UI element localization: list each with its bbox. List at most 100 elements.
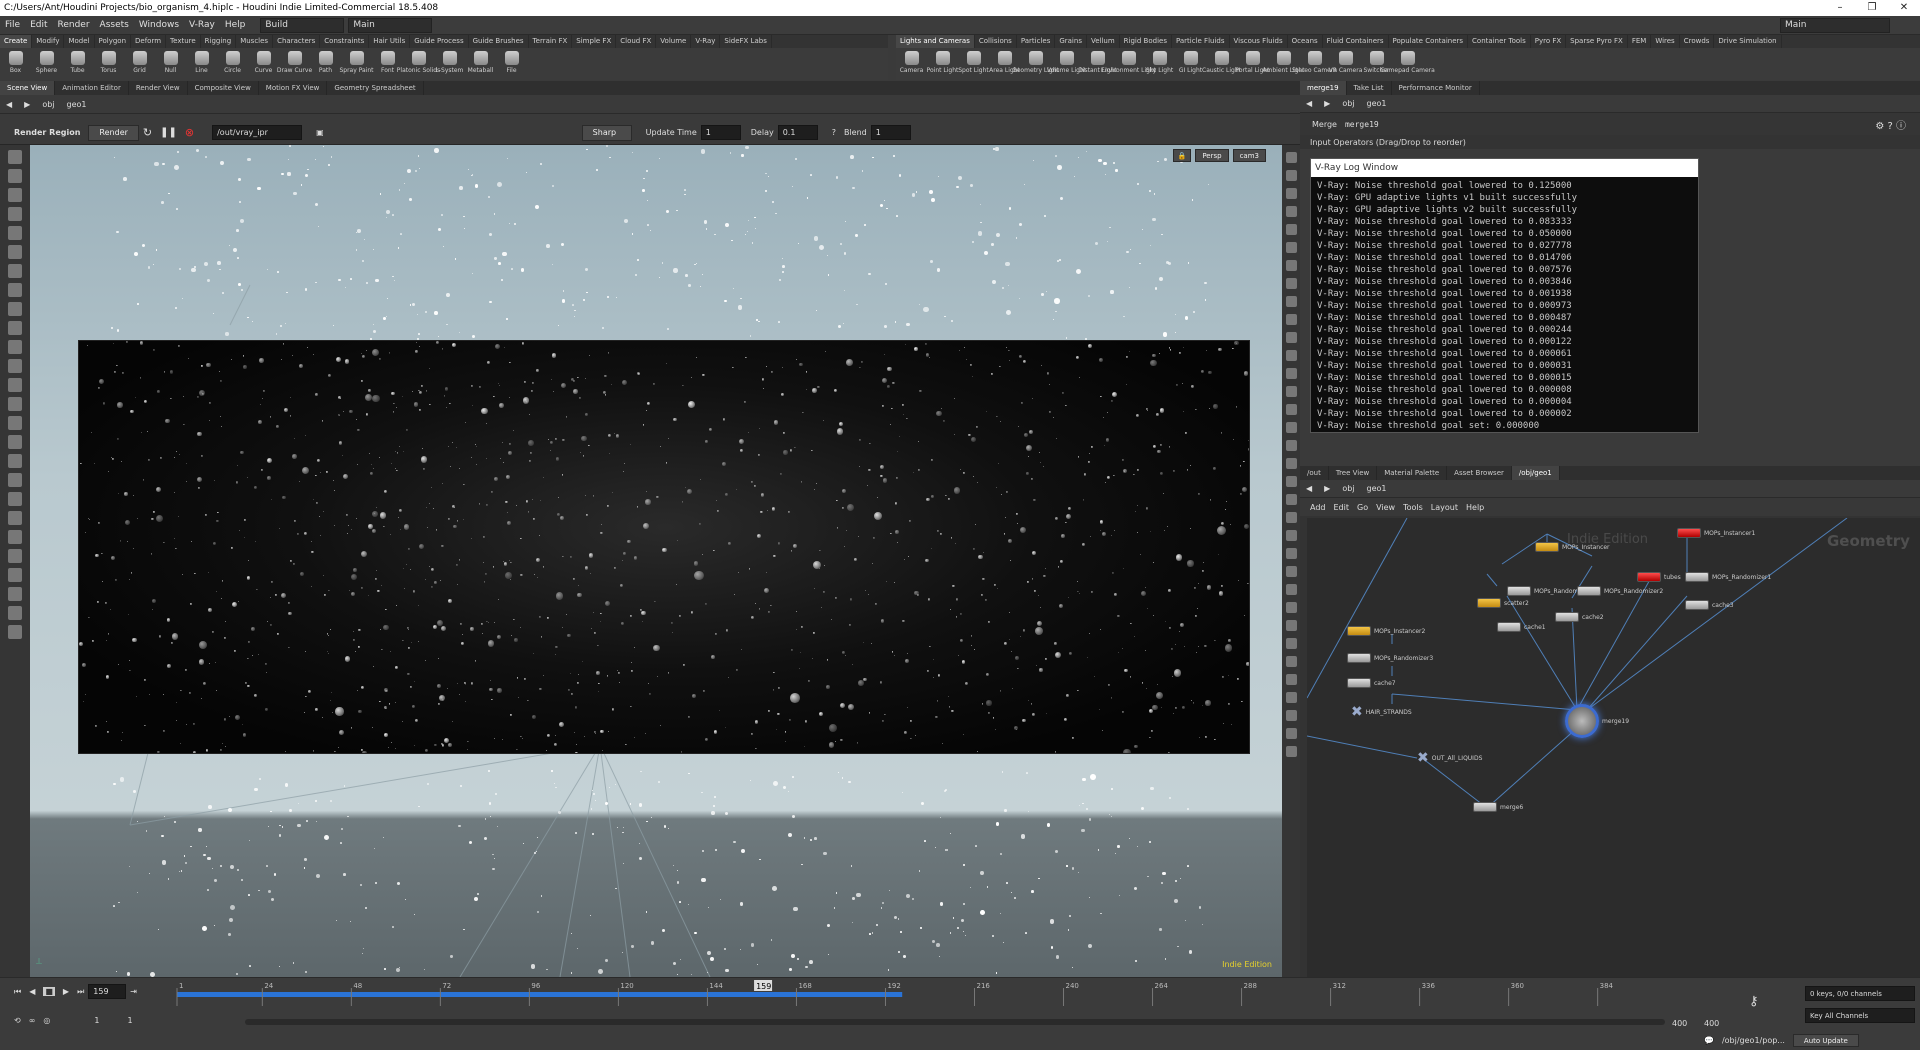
shelf-tool[interactable]: Platonic Solids (397, 48, 440, 80)
range-end[interactable]: 400 (1672, 1019, 1687, 1028)
help-icon[interactable]: ? (832, 128, 836, 137)
display-option-icon[interactable] (1285, 530, 1297, 541)
shelf-tab[interactable]: Sparse Pyro FX (1566, 35, 1628, 48)
display-option-icon[interactable] (1285, 602, 1297, 613)
shelf-tab[interactable]: SideFX Labs (720, 35, 772, 48)
display-option-icon[interactable] (1285, 728, 1297, 739)
viewport-tool-icon[interactable] (8, 454, 22, 468)
viewport-tool-icon[interactable] (8, 207, 22, 221)
net-menu-item[interactable]: Help (1466, 503, 1484, 512)
viewport-tool-icon[interactable] (8, 245, 22, 259)
path-obj[interactable]: obj (36, 100, 60, 109)
menu-file[interactable]: File (0, 20, 25, 30)
shelf-tool[interactable]: Draw Curve (277, 48, 312, 80)
shelf-tool[interactable]: File (496, 48, 527, 80)
forward-icon[interactable]: ▶ (18, 100, 36, 109)
shelf-tab[interactable]: Model (64, 35, 95, 48)
pane-tab[interactable]: Material Palette (1377, 466, 1448, 480)
viewport-tool-icon[interactable] (8, 359, 22, 373)
node-mops-instancer2[interactable]: MOPs_Instancer2 (1347, 626, 1425, 636)
shelf-tool[interactable]: Spot Light (958, 48, 989, 80)
pane-tab[interactable]: Asset Browser (1447, 466, 1512, 480)
shelf-tool[interactable]: Gamepad Camera (1380, 48, 1435, 80)
menu-help[interactable]: Help (220, 20, 251, 30)
shelf-tool[interactable]: Portal Light (1235, 48, 1270, 80)
shelf-tab[interactable]: Constraints (320, 35, 370, 48)
persp-dropdown[interactable]: Persp (1195, 149, 1229, 162)
node-name-label[interactable]: merge19 (1345, 120, 1379, 129)
shelf-tab[interactable]: Create (0, 35, 33, 48)
pane-tab[interactable]: merge19 (1300, 81, 1347, 95)
display-option-icon[interactable] (1285, 368, 1297, 379)
display-option-icon[interactable] (1285, 674, 1297, 685)
menu-edit[interactable]: Edit (25, 20, 52, 30)
shelf-tool[interactable]: Torus (93, 48, 124, 80)
shelf-tab[interactable]: Fluid Containers (1323, 35, 1389, 48)
shelf-tab[interactable]: Rigging (201, 35, 237, 48)
desktop-main-right-dropdown[interactable]: Main (1780, 17, 1890, 33)
viewport-tool-icon[interactable] (8, 568, 22, 582)
net-path-obj[interactable]: obj (1336, 484, 1360, 493)
shelf-tab[interactable]: Texture (166, 35, 201, 48)
shelf-tab[interactable]: Pyro FX (1531, 35, 1567, 48)
node-merge6[interactable]: merge6 (1473, 802, 1523, 812)
shelf-tab[interactable]: Modify (32, 35, 65, 48)
shelf-tool[interactable]: Null (155, 48, 186, 80)
delay-field[interactable]: 0.1 (777, 125, 818, 140)
display-option-icon[interactable] (1285, 332, 1297, 343)
viewport-tool-icon[interactable] (8, 188, 22, 202)
range-end2[interactable]: 400 (1704, 1019, 1719, 1028)
shelf-tab[interactable]: Particles (1017, 35, 1056, 48)
node-hair-strands[interactable]: ✖ HAIR_STRANDS (1351, 704, 1412, 720)
display-option-icon[interactable] (1285, 548, 1297, 559)
render-region-label[interactable]: Render Region (14, 128, 80, 137)
shelf-tab[interactable]: Populate Containers (1389, 35, 1469, 48)
pane-tab[interactable]: Take List (1347, 81, 1392, 95)
timeline-ruler[interactable]: 1 24 48 72 96 120 144 168 192 216 240 264 288 312 336 3… (175, 980, 1755, 1008)
shelf-tab[interactable]: Drive Simulation (1714, 35, 1782, 48)
shelf-tool[interactable]: Tube (62, 48, 93, 80)
viewport-tool-icon[interactable] (8, 625, 22, 639)
display-option-icon[interactable] (1285, 170, 1297, 181)
net-menu-item[interactable]: Tools (1403, 503, 1423, 512)
display-option-icon[interactable] (1285, 386, 1297, 397)
viewport-tool-icon[interactable] (8, 511, 22, 525)
sharp-dropdown[interactable]: Sharp (581, 124, 632, 141)
viewport-tool-icon[interactable] (8, 587, 22, 601)
shelf-tool[interactable]: Metaball (465, 48, 496, 80)
node-cache7[interactable]: cache7 (1347, 678, 1396, 688)
stop-play-icon[interactable]: ■ (43, 987, 55, 996)
shelf-tool[interactable]: Box (0, 48, 31, 80)
audio-icon[interactable]: ◎ (43, 1016, 50, 1025)
viewport-tool-icon[interactable] (8, 340, 22, 354)
close-button[interactable]: ✕ (1888, 0, 1920, 16)
display-option-icon[interactable] (1285, 422, 1297, 433)
param-back-icon[interactable]: ◀ (1300, 99, 1318, 108)
network-editor[interactable]: Indie Edition Geometry MOPs_Instancer2 M… (1307, 518, 1920, 977)
current-frame-field[interactable]: 159 (88, 984, 127, 999)
shelf-tool[interactable]: Font (372, 48, 403, 80)
pane-tab[interactable]: Animation Editor (55, 81, 129, 95)
display-option-icon[interactable] (1285, 404, 1297, 415)
display-option-icon[interactable] (1285, 260, 1297, 271)
update-time-field[interactable]: 1 (700, 125, 741, 140)
viewport-tool-icon[interactable] (8, 397, 22, 411)
desktop-main-dropdown[interactable]: Main (348, 17, 433, 33)
pane-tab[interactable]: /out (1300, 466, 1329, 480)
range-start2[interactable]: 1 (127, 1016, 132, 1025)
node-mops-randomizer3[interactable]: MOPs_Randomizer3 (1347, 653, 1433, 663)
gear-icon[interactable]: ⚙ ? ⓘ (1875, 117, 1906, 132)
shelf-tab[interactable]: Simple FX (572, 35, 617, 48)
shelf-tab[interactable]: Viscous Fluids (1230, 35, 1288, 48)
net-back-icon[interactable]: ◀ (1300, 484, 1318, 493)
display-option-icon[interactable] (1285, 476, 1297, 487)
net-forward-icon[interactable]: ▶ (1318, 484, 1336, 493)
pause-icon[interactable]: ❚❚ (160, 127, 177, 138)
key-icon[interactable]: ⚷ (1749, 994, 1759, 1009)
shelf-tool[interactable]: Grid (124, 48, 155, 80)
display-option-icon[interactable] (1285, 278, 1297, 289)
step-icon[interactable]: ⇥ (130, 987, 137, 996)
shelf-tool[interactable]: Line (186, 48, 217, 80)
shelf-tool[interactable]: Point Light (927, 48, 958, 80)
loop-icon[interactable]: ∞ (29, 1016, 36, 1025)
